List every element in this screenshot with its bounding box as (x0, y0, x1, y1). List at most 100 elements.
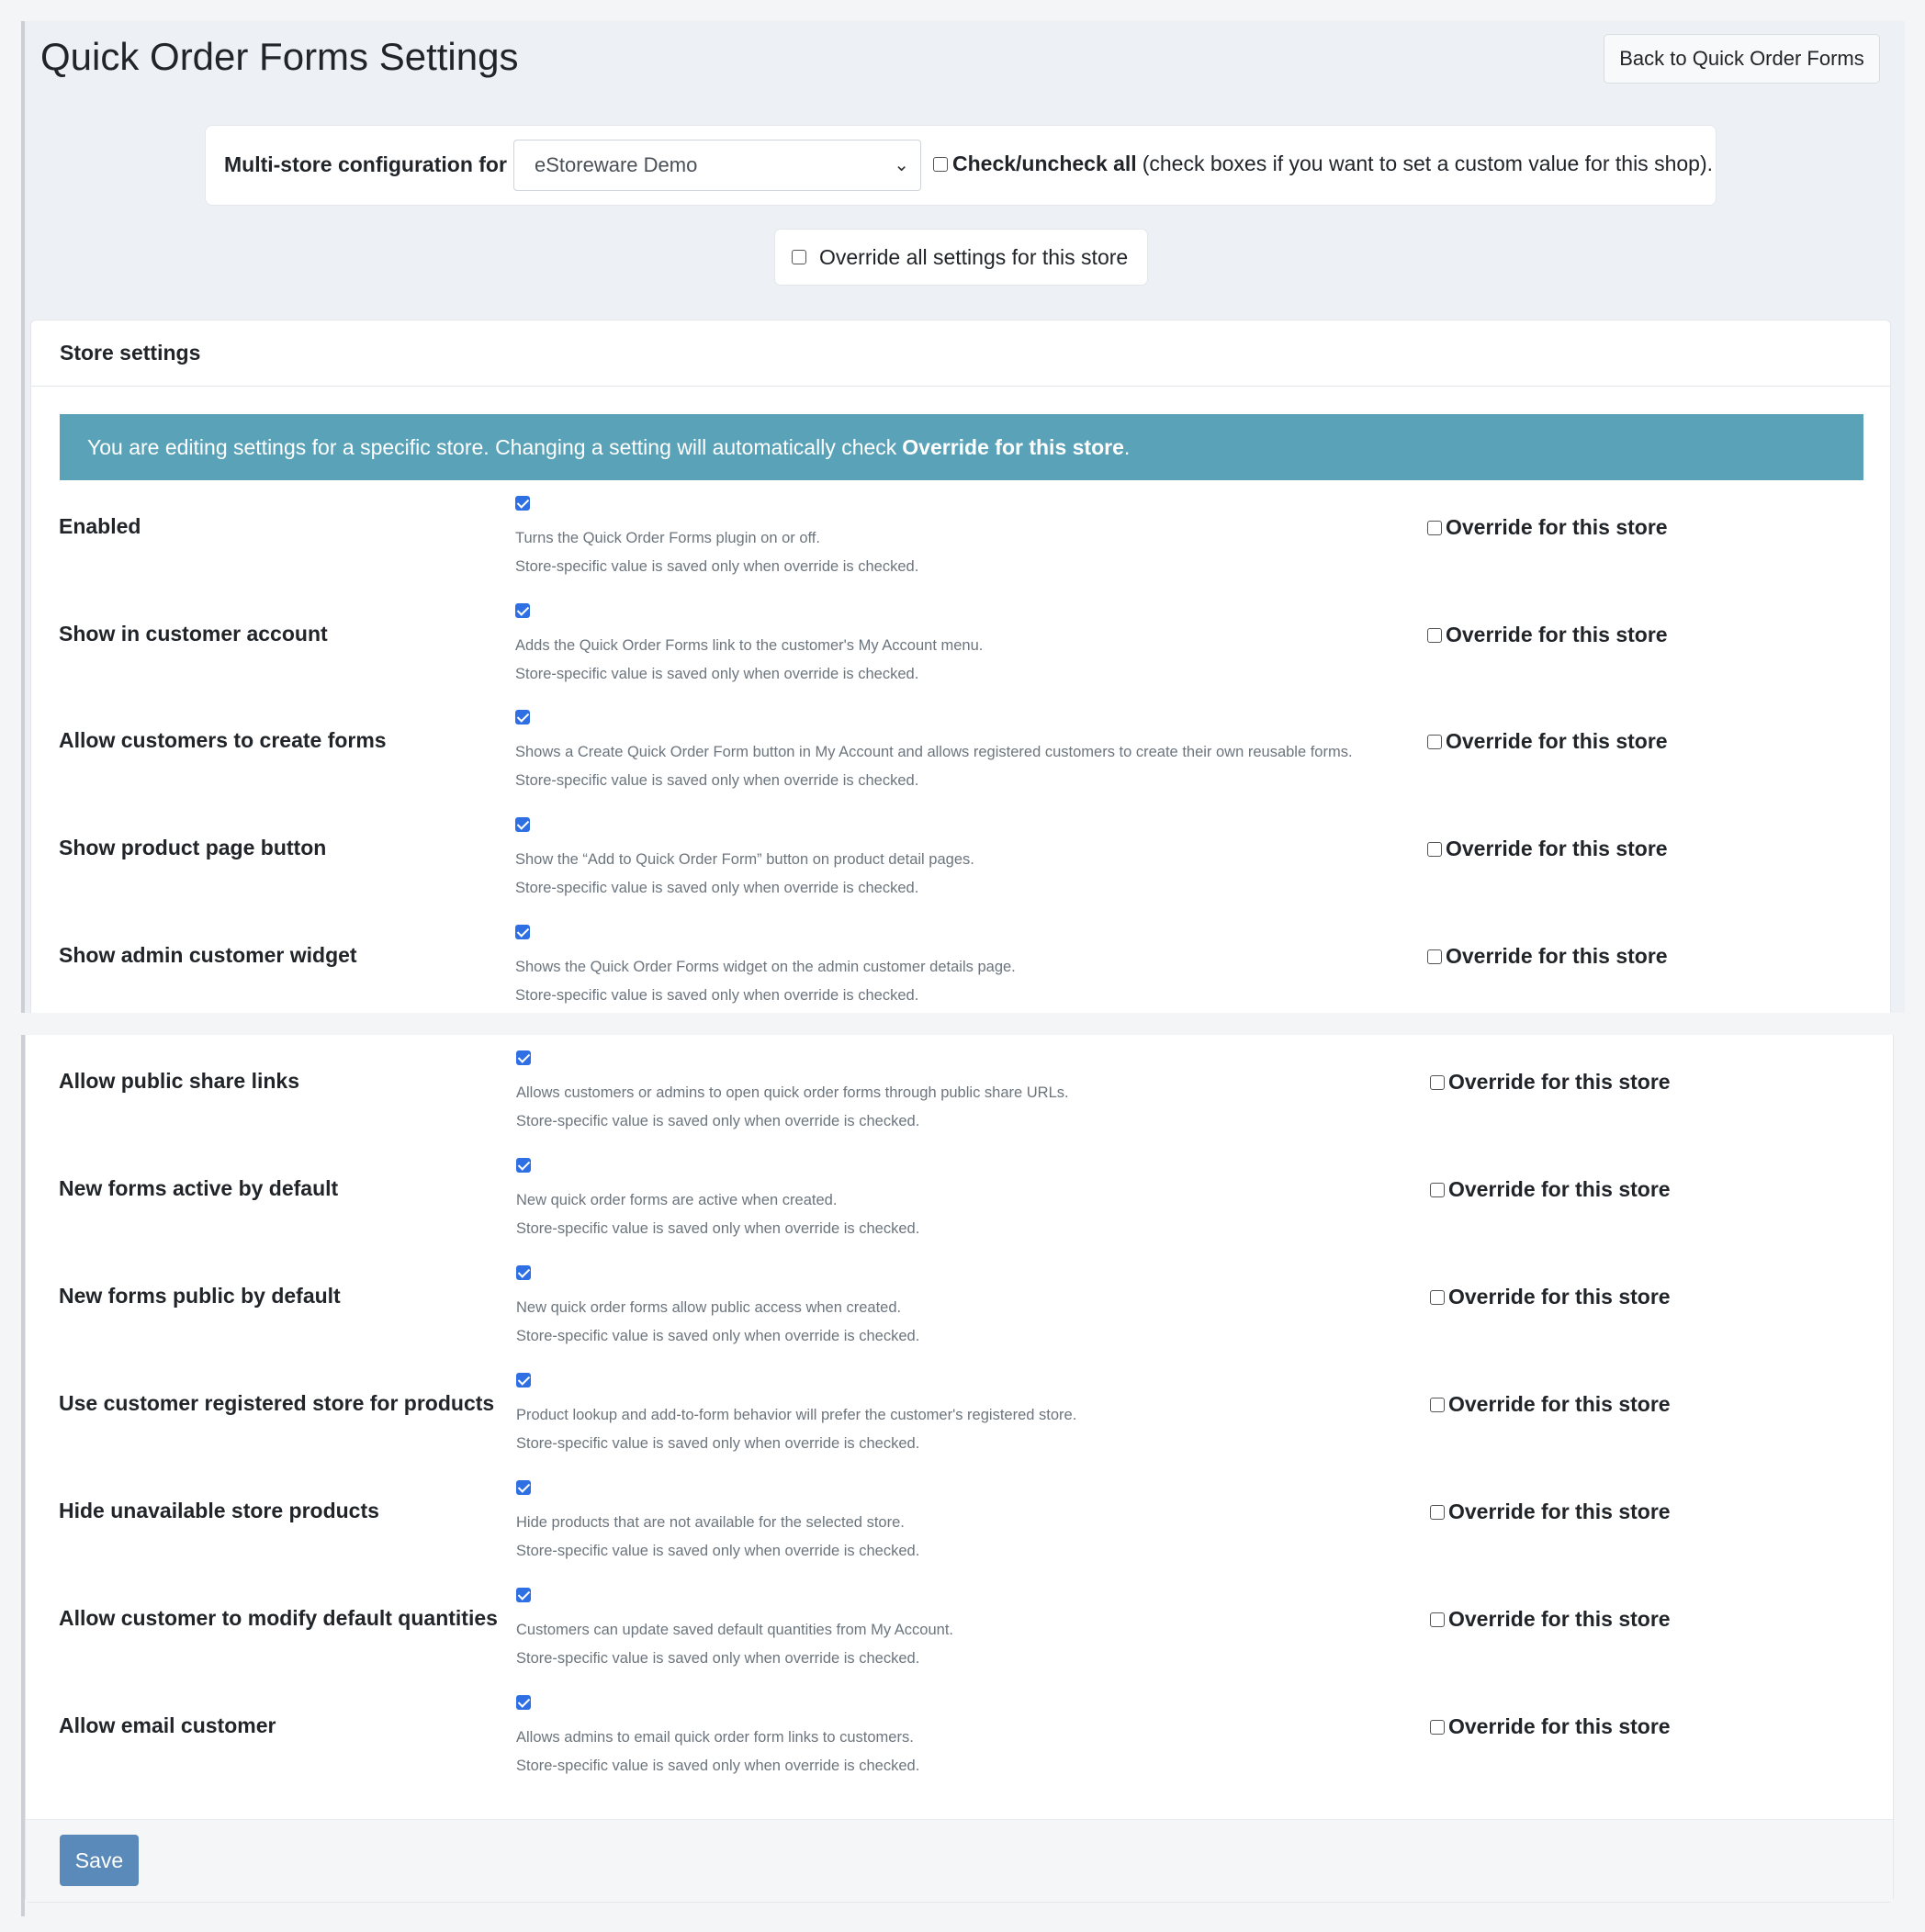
multistore-label: Multi-store configuration for (224, 152, 507, 176)
setting-row: Allow public share links Allows customers… (59, 1050, 1804, 1158)
override-checkbox[interactable] (1427, 949, 1442, 964)
setting-help: New quick order forms are active when cr… (516, 1192, 838, 1208)
override-label: Override for this store (1448, 1607, 1671, 1631)
override-label: Override for this store (1448, 1070, 1671, 1094)
check-all-note: (check boxes if you want to set a custom… (1142, 152, 1713, 175)
setting-label: Allow customer to modify default quantit… (59, 1606, 498, 1630)
setting-label: Use customer registered store for produc… (59, 1391, 495, 1415)
setting-checkbox[interactable] (515, 496, 530, 511)
override-control: Override for this store (1430, 1607, 1671, 1632)
override-checkbox[interactable] (1427, 520, 1442, 535)
override-checkbox[interactable] (1427, 627, 1442, 643)
back-button[interactable]: Back to Quick Order Forms (1604, 34, 1880, 84)
override-checkbox[interactable] (1430, 1074, 1445, 1090)
check-all-control: Check/uncheck all (check boxes if you wa… (933, 152, 1713, 176)
info-bold: Override for this store (902, 434, 1124, 459)
store-note: Store-specific value is saved only when … (516, 1758, 920, 1774)
setting-help: Allows admins to email quick order form … (516, 1729, 914, 1746)
setting-label: Allow email customer (59, 1713, 276, 1737)
setting-help: Shows the Quick Order Forms widget on th… (515, 959, 1016, 975)
setting-checkbox[interactable] (515, 603, 530, 618)
store-note: Store-specific value is saved only when … (516, 1328, 920, 1344)
setting-row: Hide unavailable store products Hide prod… (59, 1480, 1804, 1588)
override-label: Override for this store (1448, 1285, 1671, 1309)
setting-label: Hide unavailable store products (59, 1499, 379, 1522)
setting-help: Turns the Quick Order Forms plugin on or… (515, 530, 820, 546)
store-note: Store-specific value is saved only when … (516, 1543, 920, 1559)
override-checkbox[interactable] (1427, 734, 1442, 749)
override-checkbox[interactable] (1430, 1182, 1445, 1197)
override-checkbox[interactable] (1430, 1397, 1445, 1412)
override-control: Override for this store (1427, 623, 1668, 647)
override-control: Override for this store (1427, 837, 1668, 861)
override-control: Override for this store (1430, 1500, 1671, 1524)
override-control: Override for this store (1427, 729, 1668, 754)
setting-label: Allow public share links (59, 1069, 300, 1093)
setting-row: Allow customers to create forms Shows a C… (59, 710, 1804, 817)
setting-label: Show product page button (59, 836, 327, 859)
store-select-value: eStoreware Demo (535, 153, 698, 176)
info-text: You are editing settings for a specific … (87, 434, 897, 459)
override-checkbox[interactable] (1430, 1612, 1445, 1627)
override-label: Override for this store (1448, 1177, 1671, 1201)
override-checkbox[interactable] (1430, 1504, 1445, 1520)
setting-checkbox[interactable] (515, 817, 530, 832)
store-note: Store-specific value is saved only when … (516, 1220, 920, 1237)
setting-row: Allow email customer Allows admins to ema… (59, 1695, 1804, 1803)
setting-label: Show in customer account (59, 622, 328, 646)
store-note: Store-specific value is saved only when … (515, 666, 919, 682)
setting-help: New quick order forms allow public acces… (516, 1299, 902, 1316)
setting-help: Hide products that are not available for… (516, 1514, 905, 1531)
setting-label: Allow customers to create forms (59, 728, 387, 752)
page-title: Quick Order Forms Settings (40, 35, 519, 78)
setting-help: Adds the Quick Order Forms link to the c… (515, 637, 984, 654)
store-note: Store-specific value is saved only when … (515, 880, 919, 896)
setting-checkbox[interactable] (516, 1373, 531, 1387)
override-checkbox[interactable] (1430, 1289, 1445, 1305)
store-note: Store-specific value is saved only when … (516, 1435, 920, 1452)
store-note: Store-specific value is saved only when … (516, 1650, 920, 1667)
setting-row: Enabled Turns the Quick Order Forms plugi… (59, 496, 1804, 603)
override-all-label: Override all settings for this store (819, 244, 1129, 269)
store-note: Store-specific value is saved only when … (515, 772, 919, 789)
setting-row: Use customer registered store for produc… (59, 1373, 1804, 1480)
override-checkbox[interactable] (1427, 841, 1442, 857)
setting-checkbox[interactable] (515, 925, 530, 939)
setting-label: New forms active by default (59, 1176, 339, 1200)
setting-checkbox[interactable] (516, 1265, 531, 1280)
store-note: Store-specific value is saved only when … (515, 558, 919, 575)
setting-checkbox[interactable] (516, 1695, 531, 1710)
override-label: Override for this store (1446, 944, 1668, 968)
chevron-down-icon: ⌄ (894, 155, 909, 175)
save-button[interactable]: Save (60, 1835, 139, 1886)
setting-row: Show in customer account Adds the Quick O… (59, 603, 1804, 711)
override-label: Override for this store (1446, 623, 1668, 646)
override-checkbox[interactable] (1430, 1719, 1445, 1735)
check-all-checkbox[interactable] (933, 156, 948, 172)
setting-label: Enabled (59, 514, 141, 538)
setting-checkbox[interactable] (516, 1588, 531, 1602)
setting-checkbox[interactable] (516, 1050, 531, 1065)
store-note: Store-specific value is saved only when … (516, 1113, 920, 1129)
override-control: Override for this store (1427, 515, 1668, 540)
setting-checkbox[interactable] (516, 1158, 531, 1173)
setting-help: Allows customers or admins to open quick… (516, 1084, 1069, 1101)
setting-row: New forms public by default New quick ord… (59, 1265, 1804, 1373)
override-label: Override for this store (1446, 515, 1668, 539)
check-all-label: Check/uncheck all (952, 152, 1137, 175)
setting-help: Customers can update saved default quant… (516, 1622, 954, 1638)
setting-row: Show product page button Show the “Add to… (59, 817, 1804, 925)
setting-checkbox[interactable] (516, 1480, 531, 1495)
card-header: Store settings (31, 320, 1890, 387)
store-note: Store-specific value is saved only when … (515, 987, 919, 1004)
override-all-checkbox[interactable] (792, 250, 806, 264)
override-control: Override for this store (1430, 1177, 1671, 1202)
override-label: Override for this store (1446, 837, 1668, 860)
setting-help: Show the “Add to Quick Order Form” butto… (515, 851, 974, 868)
override-control: Override for this store (1430, 1285, 1671, 1309)
override-control: Override for this store (1430, 1070, 1671, 1095)
override-label: Override for this store (1448, 1500, 1671, 1523)
store-select[interactable]: eStoreware Demo ⌄ (513, 140, 921, 191)
setting-row: New forms active by default New quick ord… (59, 1158, 1804, 1265)
setting-checkbox[interactable] (515, 710, 530, 724)
